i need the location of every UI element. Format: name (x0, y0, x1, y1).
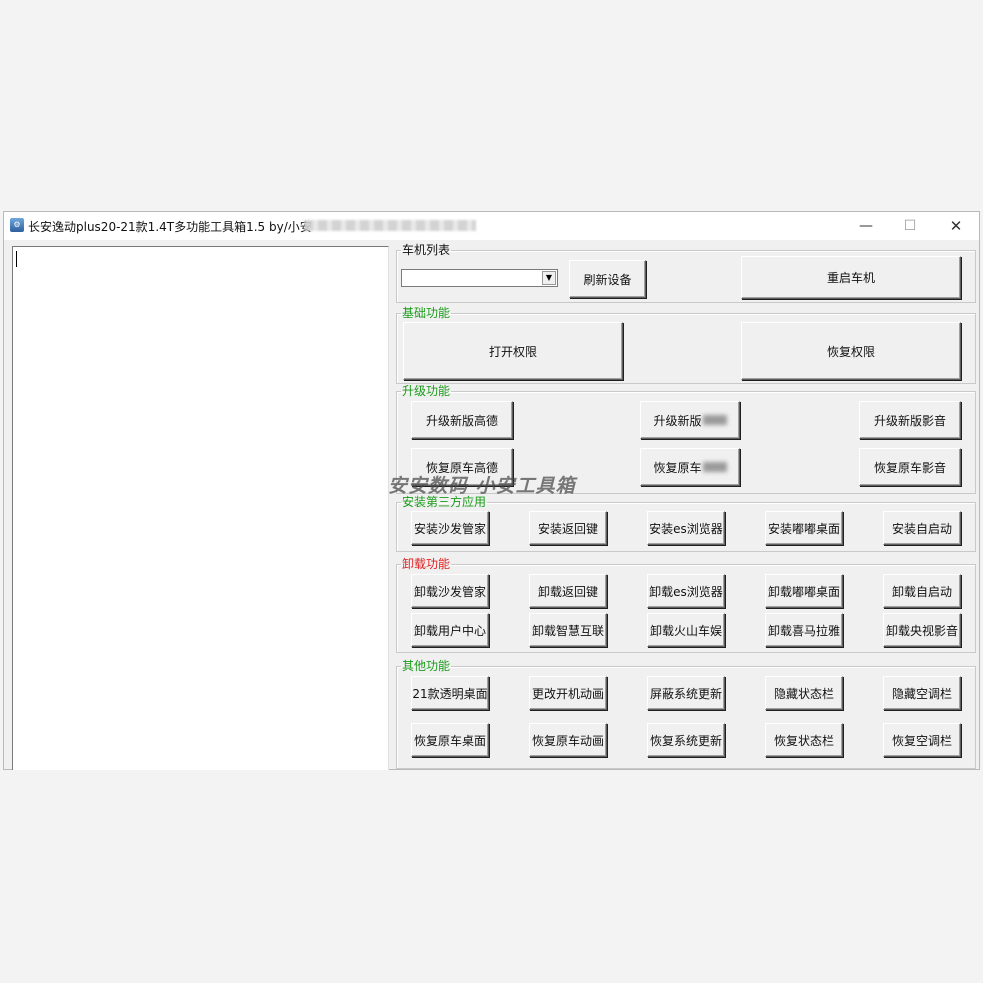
restore-media-button[interactable]: 恢复原车影音 (859, 448, 961, 486)
uninstall-back-key-button[interactable]: 卸载返回键 (529, 574, 607, 608)
uninstall-autostart-button[interactable]: 卸载自启动 (883, 574, 961, 608)
device-select[interactable]: ▼ (401, 269, 558, 287)
maximize-button[interactable]: ☐ (890, 214, 930, 238)
close-button[interactable]: ✕ (936, 214, 976, 238)
basic-functions-legend: 基础功能 (402, 306, 451, 320)
upgrade-redacted-button[interactable]: 升级新版 (640, 401, 740, 439)
window-title: 长安逸动plus20-21款1.4T多功能工具箱1.5 by/小安 (28, 220, 312, 234)
install-sofa-button[interactable]: 安装沙发管家 (411, 511, 489, 545)
minimize-button[interactable]: — (846, 214, 886, 238)
redacted-text (702, 462, 727, 472)
install-autostart-button[interactable]: 安装自启动 (883, 511, 961, 545)
text-caret (16, 251, 17, 267)
watermark-text: 安安数码 小安工具箱 (388, 475, 576, 497)
uninstall-legend: 卸载功能 (402, 557, 451, 571)
upgrade-media-button[interactable]: 升级新版影音 (859, 401, 961, 439)
restore-ac-bar-button[interactable]: 恢复空调栏 (883, 723, 961, 757)
restore-permission-button[interactable]: 恢复权限 (741, 322, 961, 380)
chevron-down-icon[interactable]: ▼ (542, 271, 556, 285)
restore-redacted-label: 恢复原车 (653, 460, 702, 475)
hide-ac-bar-button[interactable]: 隐藏空调栏 (883, 676, 961, 710)
hide-status-bar-button[interactable]: 隐藏状态栏 (765, 676, 843, 710)
upgrade-amap-button[interactable]: 升级新版高德 (411, 401, 513, 439)
uninstall-dudu-desktop-button[interactable]: 卸载嘟嘟桌面 (765, 574, 843, 608)
uninstall-cctv-button[interactable]: 卸载央视影音 (883, 613, 961, 647)
restore-desktop-button[interactable]: 恢复原车桌面 (411, 723, 489, 757)
change-boot-animation-button[interactable]: 更改开机动画 (529, 676, 607, 710)
uninstall-es-browser-button[interactable]: 卸载es浏览器 (647, 574, 725, 608)
other-functions-legend: 其他功能 (402, 659, 451, 673)
restore-status-bar-button[interactable]: 恢复状态栏 (765, 723, 843, 757)
uninstall-ximalaya-button[interactable]: 卸载喜马拉雅 (765, 613, 843, 647)
uninstall-sofa-button[interactable]: 卸载沙发管家 (411, 574, 489, 608)
uninstall-volcano-button[interactable]: 卸载火山车娱 (647, 613, 725, 647)
log-output-textbox[interactable] (12, 246, 389, 770)
uninstall-smart-link-button[interactable]: 卸载智慧互联 (529, 613, 607, 647)
restore-system-update-button[interactable]: 恢复系统更新 (647, 723, 725, 757)
open-permission-button[interactable]: 打开权限 (403, 322, 623, 380)
upgrade-legend: 升级功能 (402, 384, 451, 398)
redacted-title-text (304, 220, 476, 231)
device-list-legend: 车机列表 (402, 243, 451, 257)
refresh-device-button[interactable]: 刷新设备 (569, 260, 646, 298)
install-back-key-button[interactable]: 安装返回键 (529, 511, 607, 545)
app-icon: ⚙ (10, 218, 24, 232)
uninstall-user-center-button[interactable]: 卸载用户中心 (411, 613, 489, 647)
restore-animation-button[interactable]: 恢复原车动画 (529, 723, 607, 757)
reboot-head-unit-button[interactable]: 重启车机 (741, 256, 961, 299)
transparent-desktop-button[interactable]: 21款透明桌面 (411, 676, 489, 710)
title-bar[interactable]: ⚙ 长安逸动plus20-21款1.4T多功能工具箱1.5 by/小安 — ☐ … (4, 212, 979, 240)
install-es-browser-button[interactable]: 安装es浏览器 (647, 511, 725, 545)
redacted-text (702, 415, 727, 425)
install-dudu-desktop-button[interactable]: 安装嘟嘟桌面 (765, 511, 843, 545)
block-system-update-button[interactable]: 屏蔽系统更新 (647, 676, 725, 710)
restore-redacted-button[interactable]: 恢复原车 (640, 448, 740, 486)
upgrade-redacted-label: 升级新版 (653, 413, 702, 428)
